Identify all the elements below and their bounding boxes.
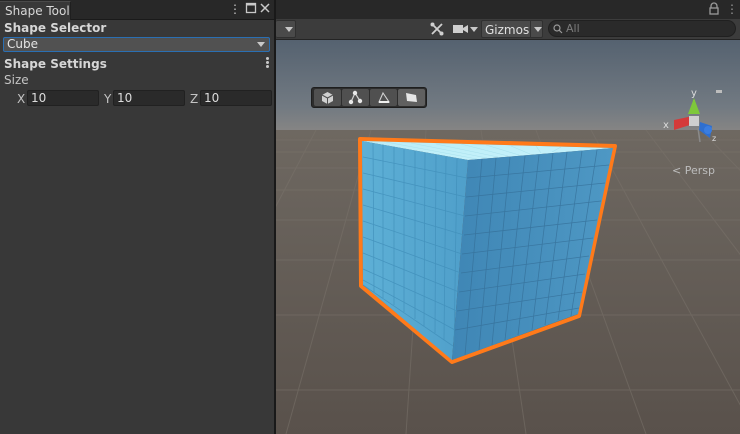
- size-y-value: 10: [117, 91, 133, 105]
- size-x-field[interactable]: 10: [27, 90, 99, 106]
- maximize-icon[interactable]: [244, 2, 258, 16]
- chevron-down-icon: [534, 27, 542, 32]
- edge-mode-icon[interactable]: [370, 89, 397, 106]
- settings-kebab-icon[interactable]: [263, 56, 271, 70]
- size-z-value: 10: [204, 91, 220, 105]
- scene-kebab-icon[interactable]: ⋮: [726, 2, 738, 16]
- cube-mode-icon[interactable]: [314, 89, 341, 106]
- shape-dropdown-value: Cube: [7, 37, 38, 51]
- tab-label: Shape Tool: [5, 4, 70, 18]
- close-icon[interactable]: [258, 2, 272, 16]
- size-y-label: Y: [104, 92, 112, 106]
- probuilder-mode-toolbar: [311, 87, 427, 108]
- draw-mode-dropdown[interactable]: [276, 20, 296, 38]
- vertex-mode-icon[interactable]: [342, 89, 369, 106]
- scene-viewport[interactable]: y x z < Persp: [276, 40, 740, 434]
- gizmo-y-label: y: [691, 88, 697, 99]
- chevron-down-icon: [285, 27, 293, 32]
- scene-tab-bar: ⋮: [276, 0, 740, 20]
- lock-icon[interactable]: [708, 2, 720, 19]
- size-label: Size: [4, 73, 29, 87]
- audio-mute-icon[interactable]: [429, 21, 445, 40]
- size-z-label: Z: [190, 92, 199, 106]
- chevron-down-icon: [257, 42, 265, 47]
- search-placeholder: All: [566, 22, 580, 35]
- camera-icon[interactable]: [452, 22, 470, 39]
- size-x-value: 10: [31, 91, 47, 105]
- search-icon: [553, 24, 563, 34]
- camera-dropdown-icon[interactable]: [470, 27, 478, 32]
- scene-view: ⋮ Gizmos All y x z < Persp: [276, 0, 740, 434]
- size-x-label: X: [17, 92, 26, 106]
- orientation-gizmo[interactable]: y x z: [660, 86, 726, 150]
- gizmo-x-label: x: [663, 120, 669, 131]
- gizmo-z-label: z: [712, 134, 716, 143]
- tab-shape-tool[interactable]: Shape Tool: [0, 1, 71, 20]
- face-mode-icon[interactable]: [398, 89, 425, 106]
- gizmos-button[interactable]: Gizmos: [481, 20, 543, 38]
- shape-settings-title: Shape Settings: [4, 57, 107, 71]
- scene-toolbar: Gizmos All: [276, 19, 740, 40]
- shape-dropdown[interactable]: Cube: [3, 37, 270, 52]
- gizmos-label: Gizmos: [485, 23, 530, 37]
- kebab-menu-icon[interactable]: ⋮: [228, 2, 242, 16]
- shape-tool-window: Shape Tool ⋮ Shape Selector Cube Shape S…: [0, 0, 274, 434]
- projection-label[interactable]: < Persp: [672, 164, 715, 177]
- search-input[interactable]: All: [548, 20, 736, 37]
- size-y-field[interactable]: 10: [113, 90, 185, 106]
- window-tab-bar: Shape Tool ⋮: [0, 0, 274, 20]
- size-z-field[interactable]: 10: [200, 90, 272, 106]
- shape-selector-title: Shape Selector: [4, 21, 107, 35]
